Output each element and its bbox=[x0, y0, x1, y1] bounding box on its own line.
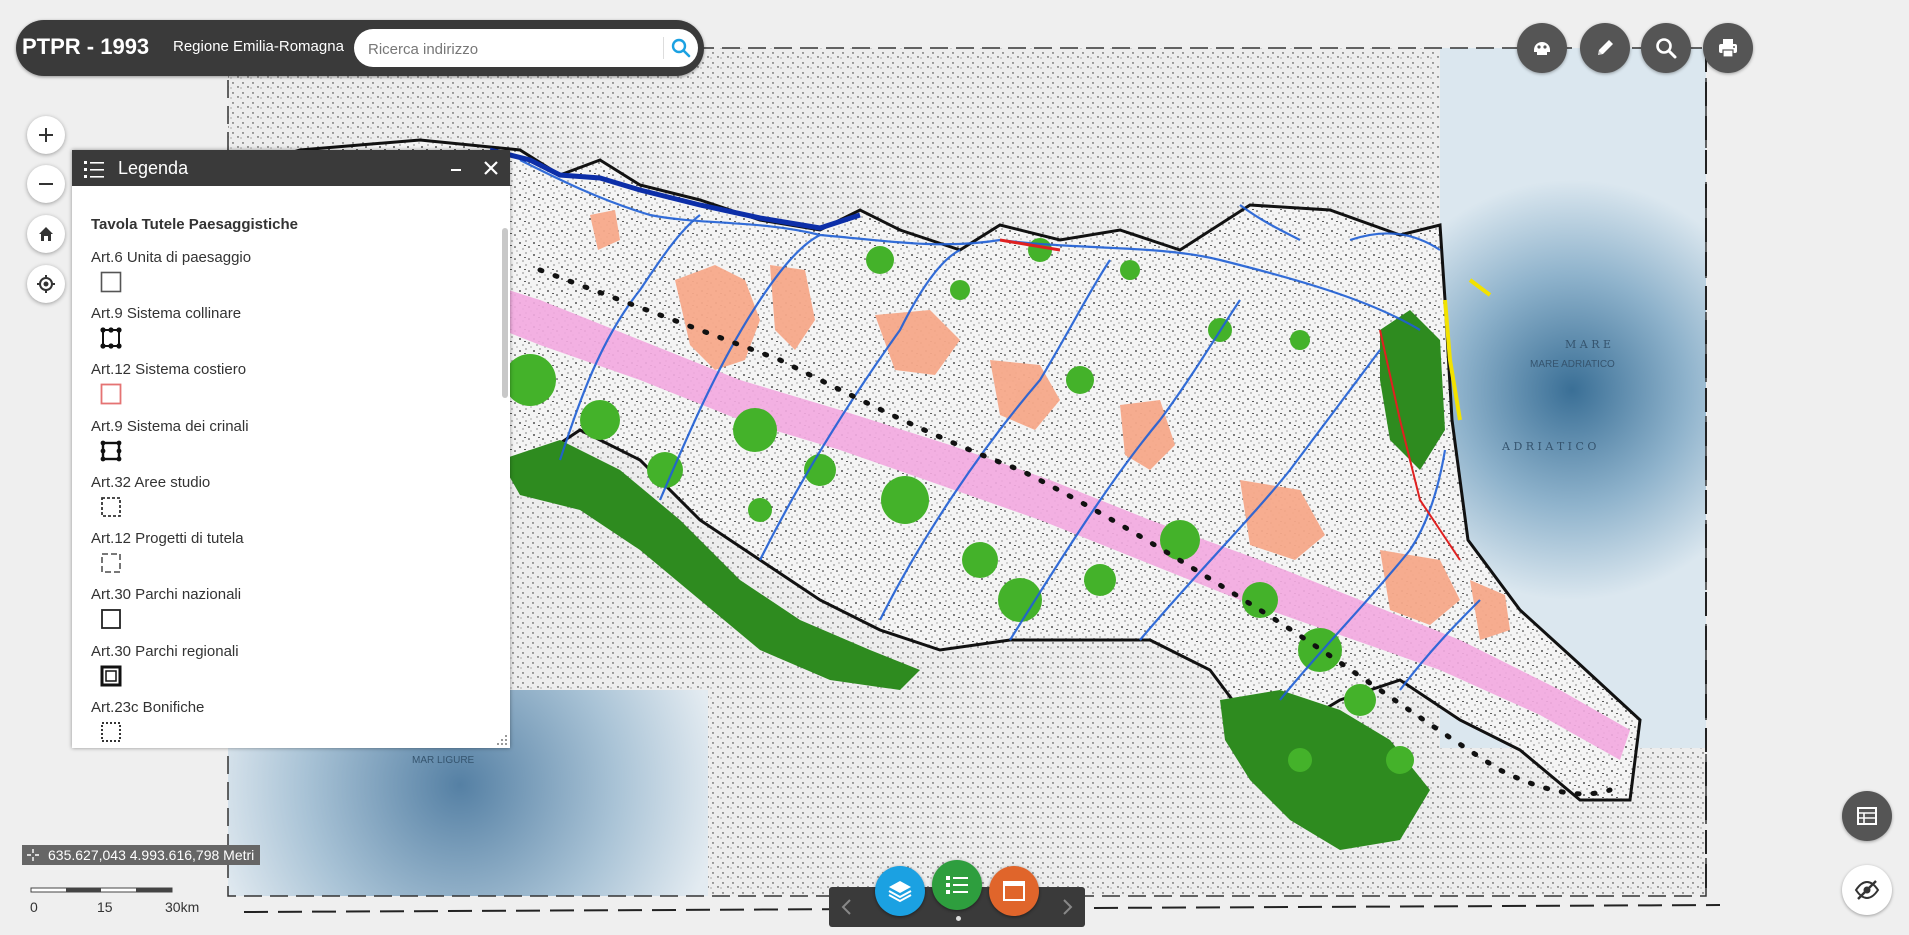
plugin-button[interactable] bbox=[1517, 23, 1567, 73]
legend-item: Art.9 Sistema collinare bbox=[91, 305, 451, 357]
legend-item: Art.12 Sistema costiero bbox=[91, 361, 451, 413]
eye-slash-icon bbox=[1854, 880, 1880, 900]
scale-label-end: 30km bbox=[165, 899, 200, 915]
app-subtitle: Regione Emilia-Romagna bbox=[173, 38, 344, 55]
find-button[interactable] bbox=[1641, 23, 1691, 73]
legend-item-label: Art.9 Sistema collinare bbox=[91, 305, 242, 322]
locate-button[interactable] bbox=[27, 265, 65, 303]
legend-body[interactable]: Tavola Tutele Paesaggistiche Art.6 Unita… bbox=[72, 186, 510, 748]
search-button[interactable] bbox=[666, 33, 696, 63]
legend-item-label: Art.6 Unita di paesaggio bbox=[91, 249, 252, 266]
legend-header[interactable]: Legenda bbox=[72, 150, 510, 186]
legend-close-button[interactable] bbox=[478, 154, 504, 182]
legend-item-label: Art.23c Bonifiche bbox=[91, 699, 205, 716]
label-adriatico: A D R I A T I C O bbox=[1501, 440, 1596, 453]
magnifier-icon bbox=[1656, 38, 1677, 59]
toolbar-prev-button[interactable] bbox=[835, 895, 859, 919]
legend-item: Art.23c Bonifiche bbox=[91, 699, 451, 748]
legend-item-label: Art.12 Progetti di tutela bbox=[91, 530, 244, 547]
legend-item: Art.12 Progetti di tutela bbox=[91, 530, 451, 582]
chevron-right-icon bbox=[1063, 899, 1073, 915]
legend-panel: Legenda Tavola Tutele Paesaggistiche Art… bbox=[72, 150, 510, 748]
zoom-in-button[interactable] bbox=[27, 116, 65, 154]
swatch-sistema-collinare bbox=[100, 327, 122, 349]
plugin-icon bbox=[1534, 42, 1550, 55]
toolbar-next-button[interactable] bbox=[1055, 895, 1079, 919]
window-button[interactable] bbox=[989, 866, 1039, 916]
coordinates-text: 635.627,043 4.993.616,798 Metri bbox=[48, 847, 255, 863]
legend-section-title: Tavola Tutele Paesaggistiche bbox=[91, 216, 299, 233]
legend-scrollbar[interactable] bbox=[502, 228, 508, 398]
search-icon bbox=[671, 38, 691, 58]
home-icon bbox=[39, 227, 53, 241]
pencil-icon bbox=[1598, 40, 1613, 55]
label-mar-ligure: MAR LIGURE bbox=[412, 755, 475, 766]
legend-item-label: Art.9 Sistema dei crinali bbox=[91, 418, 249, 435]
legend-item: Art.30 Parchi nazionali bbox=[91, 586, 451, 638]
search-box bbox=[354, 29, 698, 67]
resize-handle-icon[interactable] bbox=[496, 734, 508, 746]
legend-item-label: Art.12 Sistema costiero bbox=[91, 361, 247, 378]
chevron-left-icon bbox=[841, 899, 851, 915]
legend-title: Legenda bbox=[118, 158, 189, 178]
swatch-sistema-crinali bbox=[100, 440, 122, 462]
page-indicator-dot bbox=[956, 916, 961, 921]
legend-item-label: Art.32 Aree studio bbox=[91, 474, 211, 491]
app-title: PTPR - 1993 bbox=[22, 34, 150, 59]
close-icon bbox=[484, 161, 498, 175]
scale-label-mid: 15 bbox=[97, 899, 113, 915]
table-icon bbox=[1857, 807, 1877, 825]
swatch-unita-paesaggio bbox=[100, 271, 122, 293]
swatch-bonifiche bbox=[101, 722, 121, 742]
layers-button[interactable] bbox=[875, 866, 925, 916]
zoom-out-button[interactable] bbox=[27, 165, 65, 203]
legend-list-icon bbox=[946, 876, 968, 894]
swatch-progetti-tutela bbox=[101, 553, 121, 573]
legend-item-label: Art.30 Parchi nazionali bbox=[91, 586, 242, 603]
zoom-out-icon bbox=[39, 183, 53, 185]
legend-minimize-button[interactable] bbox=[444, 154, 468, 182]
swatch-parchi-regionali bbox=[100, 665, 122, 687]
locate-icon bbox=[37, 275, 55, 293]
scale-line bbox=[30, 887, 173, 893]
scale-label-start: 0 bbox=[30, 899, 38, 915]
scale-bar: 0 15 30km bbox=[30, 883, 199, 923]
swatch-parchi-nazionali bbox=[101, 609, 121, 629]
legend-item: Art.9 Sistema dei crinali bbox=[91, 418, 451, 470]
print-button[interactable] bbox=[1703, 23, 1753, 73]
legend-list-icon bbox=[84, 161, 104, 178]
search-input[interactable] bbox=[366, 35, 670, 63]
minimize-icon bbox=[451, 169, 461, 171]
legend-item: Art.6 Unita di paesaggio bbox=[91, 249, 451, 301]
legend-item-label: Art.30 Parchi regionali bbox=[91, 643, 239, 660]
search-separator bbox=[663, 37, 664, 59]
home-button[interactable] bbox=[27, 215, 65, 253]
swatch-aree-studio bbox=[101, 497, 121, 517]
draw-button[interactable] bbox=[1580, 23, 1630, 73]
layers-icon bbox=[888, 881, 912, 903]
swatch-sistema-costiero bbox=[100, 383, 122, 405]
attribute-table-button[interactable] bbox=[1842, 791, 1892, 841]
label-mare: M A R E bbox=[1565, 338, 1611, 351]
header-bar: PTPR - 1993 Regione Emilia-Romagna bbox=[16, 20, 704, 76]
zoom-in-icon bbox=[39, 128, 53, 142]
coordinates-readout[interactable]: 635.627,043 4.993.616,798 Metri bbox=[22, 845, 261, 865]
toggle-visibility-button[interactable] bbox=[1842, 865, 1892, 915]
legend-item: Art.30 Parchi regionali bbox=[91, 643, 451, 695]
printer-icon bbox=[1719, 39, 1737, 58]
label-mare-adriatico: MARE ADRIATICO bbox=[1530, 359, 1615, 370]
legend-item: Art.32 Aree studio bbox=[91, 474, 451, 526]
crosshair-icon bbox=[27, 849, 39, 861]
window-icon bbox=[1003, 881, 1025, 901]
legend-button[interactable] bbox=[932, 860, 982, 910]
